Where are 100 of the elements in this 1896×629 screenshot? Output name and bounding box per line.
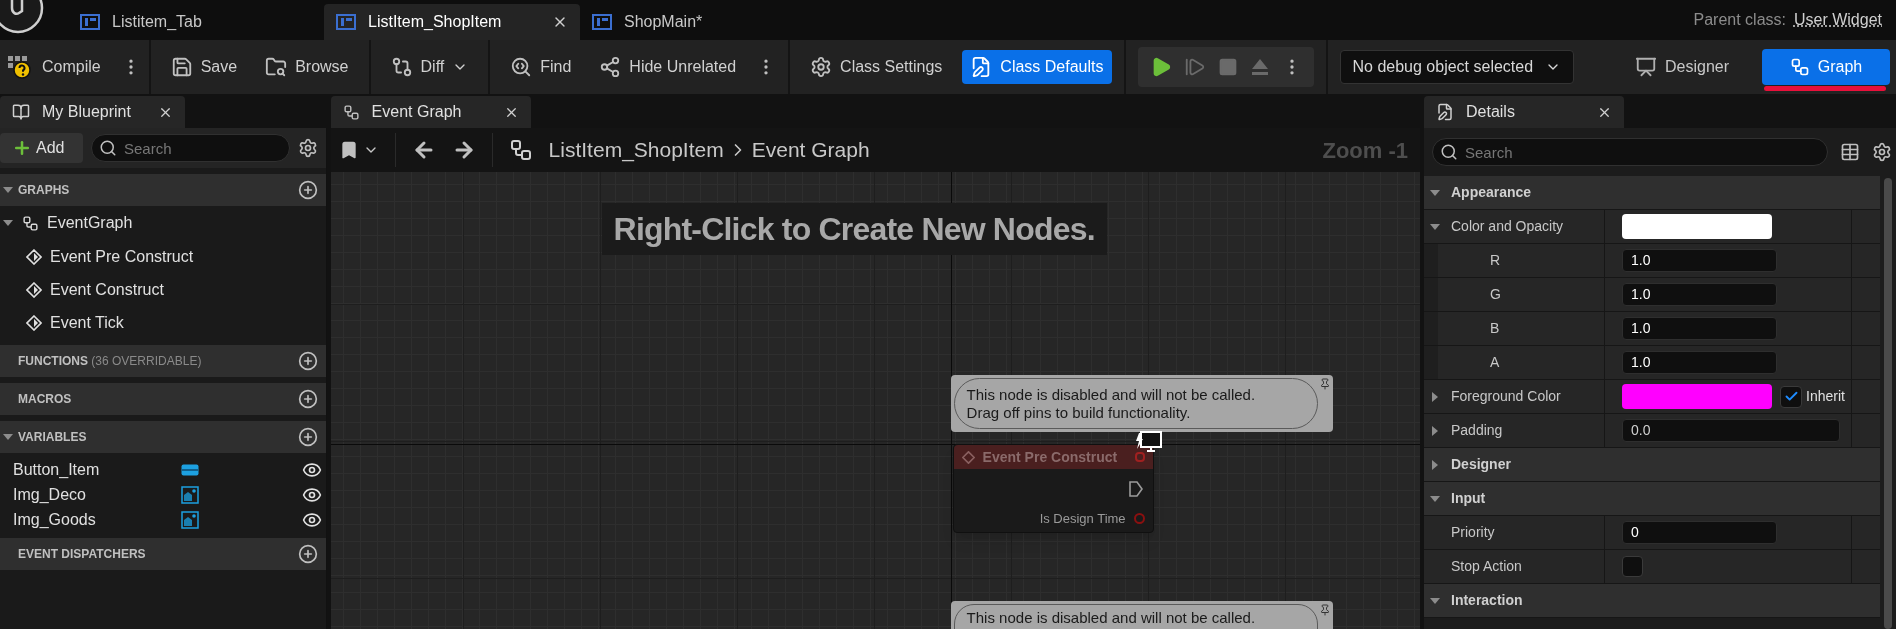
stop-icon[interactable] (1217, 57, 1238, 77)
class-defaults-button[interactable]: Class Defaults (962, 50, 1112, 84)
parent-class-label: Parent class: (1693, 10, 1786, 30)
search-field[interactable]: Search (91, 134, 290, 162)
checkbox[interactable] (1780, 385, 1802, 408)
checkbox[interactable] (1622, 556, 1643, 577)
compile-icon (8, 54, 34, 80)
hide-unrelated-button[interactable]: Hide Unrelated (591, 50, 745, 84)
settings-icon[interactable] (297, 138, 318, 158)
diff-icon (390, 56, 413, 78)
step-icon[interactable] (1183, 56, 1206, 78)
variable-item[interactable]: Img_Deco (0, 482, 326, 507)
mode-tab[interactable]: Designer (1618, 49, 1746, 85)
breadcrumb-item[interactable]: Event Graph (751, 134, 870, 166)
color-swatch[interactable] (1622, 384, 1772, 409)
property-label: A (1490, 353, 1500, 372)
graph-icon (342, 103, 360, 121)
graph-icon (1789, 57, 1810, 77)
breadcrumb-item[interactable]: ListItem_ShopItem (548, 134, 724, 166)
zoom-level: Zoom -1 (1322, 136, 1408, 165)
blueprint-icon (336, 14, 356, 30)
section-header[interactable]: GRAPHS (0, 174, 326, 206)
graph-canvas[interactable]: Right-Click to Create New Nodes. This node is disabled and will not be called. Drag off pins to build functionality. Event Pre Construct Is Design Time This node is disabled and will not be called. (330, 172, 1420, 629)
save-button[interactable]: Save (162, 50, 246, 84)
canvas-hint: Right-Click to Create New Nodes. (601, 203, 1107, 255)
tree-item[interactable]: Event Construct (0, 273, 326, 306)
add-icon[interactable] (297, 427, 318, 447)
pin-label: Is Design Time (1039, 510, 1126, 528)
event-diamond-icon (961, 450, 975, 464)
eject-icon[interactable] (1249, 58, 1270, 76)
add-icon[interactable] (297, 351, 318, 371)
class-settings-button[interactable]: Class Settings (802, 50, 951, 84)
editor-tab[interactable]: Listitem_Tab (68, 4, 324, 40)
pin-icon[interactable] (1318, 378, 1331, 390)
color-swatch[interactable] (1622, 214, 1772, 239)
save-icon (170, 56, 193, 78)
number-field[interactable]: 1.0 (1622, 283, 1777, 306)
category-header[interactable]: Designer (1424, 448, 1880, 482)
add-button[interactable]: Add (0, 133, 83, 163)
panel-tab[interactable]: Event Graph (330, 96, 531, 128)
tree-item[interactable]: Event Pre Construct (0, 240, 326, 273)
browse-button[interactable]: Browse (257, 50, 357, 84)
event-diamond-icon (26, 314, 42, 331)
folder-search-icon (265, 56, 288, 78)
image-type-icon (181, 485, 199, 504)
number-field[interactable]: 1.0 (1622, 249, 1777, 272)
search-icon (99, 139, 117, 157)
diff-button[interactable]: Diff (382, 50, 477, 84)
compile-button[interactable]: Compile (0, 50, 109, 84)
section-header[interactable]: EVENT DISPATCHERS (0, 538, 326, 570)
property-label: G (1490, 285, 1501, 304)
panel-tab[interactable]: Details (1424, 96, 1624, 128)
graph-icon (22, 214, 39, 232)
section-header[interactable]: MACROS (0, 383, 326, 415)
add-icon[interactable] (297, 180, 318, 200)
scrollbar-thumb[interactable] (1884, 178, 1892, 629)
event-node[interactable]: Event Pre Construct Is Design Time (952, 444, 1154, 533)
add-icon[interactable] (297, 389, 318, 409)
property-label: R (1490, 251, 1501, 270)
parent-class-link[interactable]: User Widget (1793, 8, 1882, 32)
editor-tab[interactable]: ShopMain* (580, 4, 836, 40)
engine-logo-icon[interactable] (0, 0, 44, 34)
node-title: Event Pre Construct (982, 447, 1118, 467)
designer-icon (1635, 56, 1657, 78)
event-diamond-icon (26, 281, 42, 298)
mode-tab[interactable]: Graph (1762, 49, 1890, 85)
panel-tab[interactable]: My Blueprint (0, 96, 185, 128)
number-field[interactable]: 0.0 (1622, 419, 1840, 442)
table-icon[interactable] (1840, 142, 1860, 162)
settings-icon[interactable] (1872, 142, 1892, 162)
find-icon (510, 56, 533, 78)
pin-icon[interactable] (1318, 604, 1331, 616)
variable-item[interactable]: Button_Item (0, 457, 326, 482)
property-label: Color and Opacity (1451, 217, 1564, 236)
number-field[interactable]: 1.0 (1622, 351, 1777, 374)
blueprint-icon (80, 14, 100, 30)
number-field[interactable]: 0 (1622, 521, 1777, 544)
property-label: Priority (1451, 523, 1495, 542)
add-icon[interactable] (297, 544, 318, 564)
category-header[interactable]: Interaction (1424, 584, 1880, 618)
variable-item[interactable]: Img_Goods (0, 507, 326, 532)
category-header[interactable]: Input (1424, 482, 1880, 516)
search-field[interactable]: Search (1432, 138, 1828, 166)
plus-icon (12, 138, 32, 158)
editor-tab[interactable]: ListItem_ShopItem (324, 4, 580, 40)
tree-item[interactable]: Event Tick (0, 306, 326, 339)
property-label: Stop Action (1451, 557, 1522, 576)
section-header[interactable]: FUNCTIONS (36 OVERRIDABLE) (0, 345, 326, 377)
number-field[interactable]: 1.0 (1622, 317, 1777, 340)
button-type-icon (181, 463, 199, 476)
find-button[interactable]: Find (502, 50, 580, 84)
image-type-icon (181, 510, 199, 529)
blueprint-icon (592, 14, 612, 30)
book-icon (12, 103, 30, 121)
check-icon (1783, 389, 1799, 404)
tree-item[interactable]: EventGraph (0, 206, 326, 240)
section-header[interactable]: VARIABLES (0, 421, 326, 453)
debug-object-dropdown[interactable]: No debug object selected (1339, 50, 1575, 84)
exec-pin-icon[interactable] (1128, 481, 1143, 497)
category-header[interactable]: Appearance (1424, 176, 1880, 210)
